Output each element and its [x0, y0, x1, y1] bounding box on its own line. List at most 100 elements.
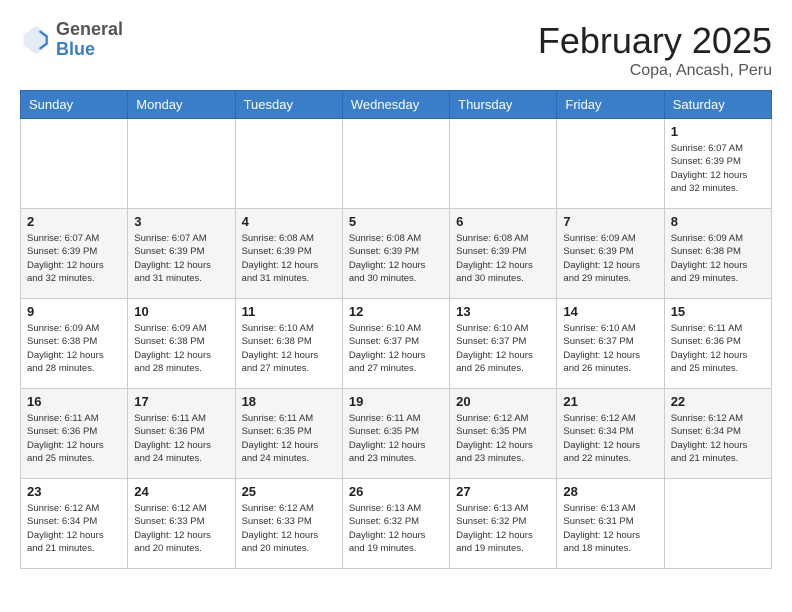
- calendar-table: SundayMondayTuesdayWednesdayThursdayFrid…: [20, 90, 772, 569]
- day-info: Sunrise: 6:10 AM Sunset: 6:37 PM Dayligh…: [456, 322, 550, 375]
- calendar-cell: 20 Sunrise: 6:12 AM Sunset: 6:35 PM Dayli…: [450, 389, 557, 479]
- calendar-cell: [664, 479, 771, 569]
- day-number: 5: [349, 214, 443, 229]
- day-info: Sunrise: 6:09 AM Sunset: 6:39 PM Dayligh…: [563, 232, 657, 285]
- day-number: 3: [134, 214, 228, 229]
- day-info: Sunrise: 6:10 AM Sunset: 6:37 PM Dayligh…: [563, 322, 657, 375]
- day-info: Sunrise: 6:12 AM Sunset: 6:34 PM Dayligh…: [27, 502, 121, 555]
- day-number: 15: [671, 304, 765, 319]
- day-info: Sunrise: 6:12 AM Sunset: 6:34 PM Dayligh…: [563, 412, 657, 465]
- calendar-cell: 2 Sunrise: 6:07 AM Sunset: 6:39 PM Daylig…: [21, 209, 128, 299]
- day-info: Sunrise: 6:12 AM Sunset: 6:34 PM Dayligh…: [671, 412, 765, 465]
- day-info: Sunrise: 6:07 AM Sunset: 6:39 PM Dayligh…: [134, 232, 228, 285]
- day-number: 11: [242, 304, 336, 319]
- day-info: Sunrise: 6:11 AM Sunset: 6:35 PM Dayligh…: [242, 412, 336, 465]
- day-info: Sunrise: 6:11 AM Sunset: 6:36 PM Dayligh…: [27, 412, 121, 465]
- day-number: 25: [242, 484, 336, 499]
- calendar-cell: 12 Sunrise: 6:10 AM Sunset: 6:37 PM Dayli…: [342, 299, 449, 389]
- logo-general: General: [56, 20, 123, 40]
- day-info: Sunrise: 6:09 AM Sunset: 6:38 PM Dayligh…: [27, 322, 121, 375]
- weekday-header-wednesday: Wednesday: [342, 91, 449, 119]
- day-number: 28: [563, 484, 657, 499]
- day-info: Sunrise: 6:11 AM Sunset: 6:36 PM Dayligh…: [671, 322, 765, 375]
- calendar-cell: 14 Sunrise: 6:10 AM Sunset: 6:37 PM Dayli…: [557, 299, 664, 389]
- calendar-cell: [557, 119, 664, 209]
- logo: General Blue: [20, 20, 123, 60]
- day-number: 17: [134, 394, 228, 409]
- day-info: Sunrise: 6:10 AM Sunset: 6:37 PM Dayligh…: [349, 322, 443, 375]
- calendar-week-row: 9 Sunrise: 6:09 AM Sunset: 6:38 PM Daylig…: [21, 299, 772, 389]
- weekday-header-tuesday: Tuesday: [235, 91, 342, 119]
- calendar-cell: [450, 119, 557, 209]
- day-info: Sunrise: 6:08 AM Sunset: 6:39 PM Dayligh…: [456, 232, 550, 285]
- day-info: Sunrise: 6:13 AM Sunset: 6:32 PM Dayligh…: [349, 502, 443, 555]
- day-number: 22: [671, 394, 765, 409]
- day-number: 21: [563, 394, 657, 409]
- calendar-week-row: 2 Sunrise: 6:07 AM Sunset: 6:39 PM Daylig…: [21, 209, 772, 299]
- weekday-header-sunday: Sunday: [21, 91, 128, 119]
- calendar-cell: 25 Sunrise: 6:12 AM Sunset: 6:33 PM Dayli…: [235, 479, 342, 569]
- weekday-header-row: SundayMondayTuesdayWednesdayThursdayFrid…: [21, 91, 772, 119]
- day-number: 7: [563, 214, 657, 229]
- location-subtitle: Copa, Ancash, Peru: [538, 62, 772, 80]
- calendar-cell: 3 Sunrise: 6:07 AM Sunset: 6:39 PM Daylig…: [128, 209, 235, 299]
- calendar-cell: [128, 119, 235, 209]
- day-number: 8: [671, 214, 765, 229]
- day-number: 20: [456, 394, 550, 409]
- calendar-cell: 22 Sunrise: 6:12 AM Sunset: 6:34 PM Dayli…: [664, 389, 771, 479]
- calendar-cell: 15 Sunrise: 6:11 AM Sunset: 6:36 PM Dayli…: [664, 299, 771, 389]
- day-number: 26: [349, 484, 443, 499]
- calendar-cell: 6 Sunrise: 6:08 AM Sunset: 6:39 PM Daylig…: [450, 209, 557, 299]
- day-info: Sunrise: 6:11 AM Sunset: 6:35 PM Dayligh…: [349, 412, 443, 465]
- day-number: 16: [27, 394, 121, 409]
- weekday-header-thursday: Thursday: [450, 91, 557, 119]
- calendar-cell: 28 Sunrise: 6:13 AM Sunset: 6:31 PM Dayli…: [557, 479, 664, 569]
- calendar-cell: 13 Sunrise: 6:10 AM Sunset: 6:37 PM Dayli…: [450, 299, 557, 389]
- calendar-cell: 24 Sunrise: 6:12 AM Sunset: 6:33 PM Dayli…: [128, 479, 235, 569]
- day-number: 19: [349, 394, 443, 409]
- day-number: 24: [134, 484, 228, 499]
- calendar-cell: [342, 119, 449, 209]
- calendar-week-row: 1Sunrise: 6:07 AM Sunset: 6:39 PM Daylig…: [21, 119, 772, 209]
- weekday-header-monday: Monday: [128, 91, 235, 119]
- title-section: February 2025 Copa, Ancash, Peru: [538, 20, 772, 80]
- day-info: Sunrise: 6:12 AM Sunset: 6:35 PM Dayligh…: [456, 412, 550, 465]
- calendar-cell: 7 Sunrise: 6:09 AM Sunset: 6:39 PM Daylig…: [557, 209, 664, 299]
- calendar-cell: 5Sunrise: 6:08 AM Sunset: 6:39 PM Daylig…: [342, 209, 449, 299]
- day-info: Sunrise: 6:07 AM Sunset: 6:39 PM Dayligh…: [27, 232, 121, 285]
- calendar-cell: 27 Sunrise: 6:13 AM Sunset: 6:32 PM Dayli…: [450, 479, 557, 569]
- day-number: 14: [563, 304, 657, 319]
- day-info: Sunrise: 6:12 AM Sunset: 6:33 PM Dayligh…: [242, 502, 336, 555]
- day-number: 27: [456, 484, 550, 499]
- calendar-cell: [235, 119, 342, 209]
- day-info: Sunrise: 6:09 AM Sunset: 6:38 PM Dayligh…: [134, 322, 228, 375]
- day-number: 12: [349, 304, 443, 319]
- day-number: 6: [456, 214, 550, 229]
- day-number: 13: [456, 304, 550, 319]
- logo-icon: [20, 24, 52, 56]
- day-info: Sunrise: 6:11 AM Sunset: 6:36 PM Dayligh…: [134, 412, 228, 465]
- day-info: Sunrise: 6:13 AM Sunset: 6:32 PM Dayligh…: [456, 502, 550, 555]
- calendar-cell: 26 Sunrise: 6:13 AM Sunset: 6:32 PM Dayli…: [342, 479, 449, 569]
- day-number: 2: [27, 214, 121, 229]
- day-number: 23: [27, 484, 121, 499]
- calendar-cell: 1Sunrise: 6:07 AM Sunset: 6:39 PM Daylig…: [664, 119, 771, 209]
- day-info: Sunrise: 6:09 AM Sunset: 6:38 PM Dayligh…: [671, 232, 765, 285]
- calendar-cell: 4Sunrise: 6:08 AM Sunset: 6:39 PM Daylig…: [235, 209, 342, 299]
- day-info: Sunrise: 6:12 AM Sunset: 6:33 PM Dayligh…: [134, 502, 228, 555]
- calendar-week-row: 16 Sunrise: 6:11 AM Sunset: 6:36 PM Dayli…: [21, 389, 772, 479]
- calendar-cell: [21, 119, 128, 209]
- month-title: February 2025: [538, 20, 772, 62]
- calendar-cell: 11 Sunrise: 6:10 AM Sunset: 6:38 PM Dayli…: [235, 299, 342, 389]
- day-number: 4: [242, 214, 336, 229]
- page-header: General Blue February 2025 Copa, Ancash,…: [20, 20, 772, 80]
- calendar-cell: 10Sunrise: 6:09 AM Sunset: 6:38 PM Dayli…: [128, 299, 235, 389]
- day-number: 18: [242, 394, 336, 409]
- day-info: Sunrise: 6:07 AM Sunset: 6:39 PM Dayligh…: [671, 142, 765, 195]
- calendar-cell: 18 Sunrise: 6:11 AM Sunset: 6:35 PM Dayli…: [235, 389, 342, 479]
- day-info: Sunrise: 6:10 AM Sunset: 6:38 PM Dayligh…: [242, 322, 336, 375]
- calendar-cell: 16 Sunrise: 6:11 AM Sunset: 6:36 PM Dayli…: [21, 389, 128, 479]
- day-info: Sunrise: 6:13 AM Sunset: 6:31 PM Dayligh…: [563, 502, 657, 555]
- day-number: 9: [27, 304, 121, 319]
- calendar-cell: 17 Sunrise: 6:11 AM Sunset: 6:36 PM Dayli…: [128, 389, 235, 479]
